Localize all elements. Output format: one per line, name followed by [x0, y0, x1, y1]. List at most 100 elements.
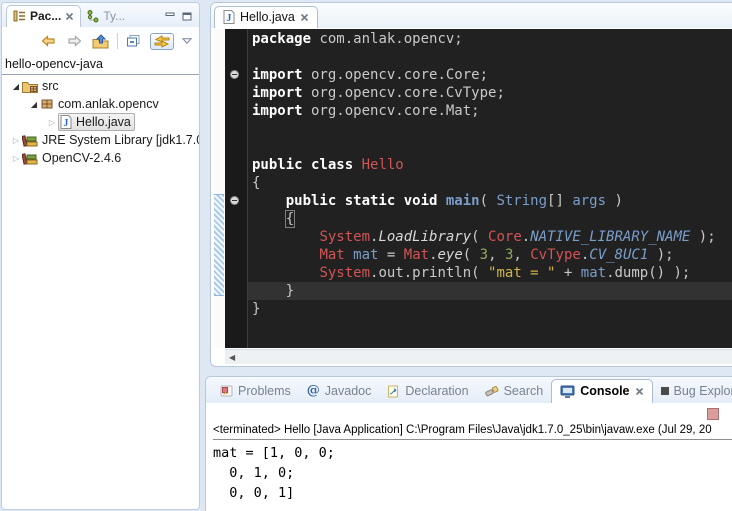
editor-horizontal-scrollbar[interactable]: ◀ [225, 349, 732, 364]
code-line[interactable] [248, 48, 732, 66]
tab-javadoc[interactable]: @ Javadoc [299, 380, 380, 403]
tab-label: Javadoc [325, 384, 372, 398]
fold-collapse-icon[interactable] [230, 196, 239, 205]
gutter-line[interactable] [225, 192, 247, 210]
tree-item-label: Hello.java [76, 115, 131, 129]
forward-icon[interactable] [65, 33, 84, 49]
toolbar-separator [117, 33, 118, 49]
search-icon [485, 385, 499, 398]
tab-bug-explorer[interactable]: Bug Explorer [653, 380, 732, 403]
javadoc-icon: @ [307, 385, 320, 397]
link-with-editor-icon[interactable] [150, 33, 174, 50]
tab-label: Ty... [103, 9, 125, 23]
code-line[interactable]: import org.opencv.core.Core; [248, 66, 732, 84]
tab-package-explorer[interactable]: Pac... [6, 5, 81, 27]
gutter-line[interactable] [225, 210, 247, 228]
svg-text:J: J [226, 13, 231, 24]
view-menu-icon[interactable] [181, 37, 193, 45]
collapse-arrow-icon[interactable]: ◢ [28, 100, 40, 109]
tree-item-jre-system-library-jdk1-7-0[interactable]: ▷JRE System Library [jdk1.7.0 [2, 131, 199, 149]
minimize-icon[interactable] [165, 12, 175, 21]
code-line[interactable]: package com.anlak.opencv; [248, 30, 732, 48]
code-line[interactable] [248, 138, 732, 156]
tree-item-label: OpenCV-2.4.6 [42, 151, 121, 165]
view-tabbar: Pac... Ty... [2, 3, 199, 27]
library-icon [22, 134, 38, 147]
tree-item-label: com.anlak.opencv [58, 97, 159, 111]
code-line[interactable]: System.LoadLibrary( Core.NATIVE_LIBRARY_… [248, 228, 732, 246]
back-icon[interactable] [39, 33, 58, 49]
code-editor[interactable]: package com.anlak.opencv; import org.open… [248, 29, 732, 348]
java-file-icon: J [60, 115, 72, 129]
code-line[interactable]: import org.opencv.core.CvType; [248, 84, 732, 102]
expand-arrow-icon[interactable]: ▷ [46, 118, 58, 127]
selected-tree-item: J Hello.java [58, 113, 135, 131]
package-explorer-toolbar [2, 27, 199, 55]
tab-label: Bug Explorer [674, 384, 732, 398]
up-icon[interactable] [91, 33, 110, 50]
gutter-line[interactable] [225, 84, 247, 102]
tree-item-com-anlak-opencv[interactable]: ◢ com.anlak.opencv [2, 95, 199, 113]
collapse-arrow-icon[interactable]: ◢ [10, 82, 22, 91]
tab-declaration[interactable]: Declaration [379, 380, 476, 403]
gutter-line[interactable] [225, 66, 247, 84]
code-line[interactable]: } [248, 282, 732, 300]
tab-label: Problems [238, 384, 291, 398]
fold-collapse-icon[interactable] [230, 70, 239, 79]
tab-label: Pac... [30, 9, 61, 23]
tab-type-hierarchy[interactable]: Ty... [81, 6, 131, 27]
code-line[interactable]: System.out.println( "mat = " + mat.dump(… [248, 264, 732, 282]
close-icon[interactable] [300, 13, 309, 22]
gutter-line[interactable] [225, 282, 247, 300]
tree-item-opencv-2-4-6[interactable]: ▷ OpenCV-2.4.6 [2, 149, 199, 167]
gutter-line[interactable] [225, 156, 247, 174]
code-line[interactable]: public static void main( String[] args ) [248, 192, 732, 210]
problems-icon [220, 385, 233, 397]
bottom-view-stack: Problems @ Javadoc Declaration Search Console… [205, 376, 732, 511]
annotation-ruler[interactable] [214, 29, 225, 348]
project-root-label[interactable]: hello-opencv-java [2, 55, 199, 75]
gutter-line[interactable] [225, 48, 247, 66]
maximize-icon[interactable] [182, 12, 192, 21]
collapse-all-icon[interactable] [125, 33, 143, 49]
gutter-line[interactable] [225, 120, 247, 138]
gutter-line[interactable] [225, 264, 247, 282]
close-icon[interactable] [65, 12, 74, 21]
close-icon[interactable] [635, 387, 644, 396]
tree-item-hello-java[interactable]: ▷J Hello.java [2, 113, 199, 131]
terminate-icon[interactable] [707, 408, 719, 420]
tab-problems[interactable]: Problems [212, 380, 299, 403]
package-icon [40, 98, 54, 110]
gutter-line[interactable] [225, 300, 247, 318]
gutter-line[interactable] [225, 228, 247, 246]
tab-search[interactable]: Search [477, 380, 552, 403]
scroll-left-icon[interactable]: ◀ [225, 353, 235, 362]
tab-console[interactable]: Console [551, 379, 652, 403]
code-line[interactable]: public class Hello [248, 156, 732, 174]
code-line[interactable]: } [248, 300, 732, 318]
code-line[interactable]: Mat mat = Mat.eye( 3, 3, CvType.CV_8UC1 … [248, 246, 732, 264]
editor-tab-label: Hello.java [240, 10, 295, 24]
code-line[interactable]: { [248, 210, 732, 228]
editor-tab-hello-java[interactable]: J Hello.java [214, 6, 318, 28]
gutter-line[interactable] [225, 102, 247, 120]
bug-icon [661, 387, 669, 395]
gutter-line[interactable] [225, 30, 247, 48]
tab-label: Console [580, 384, 629, 398]
code-line[interactable]: { [248, 174, 732, 192]
gutter-line[interactable] [225, 174, 247, 192]
tab-label: Declaration [405, 384, 468, 398]
code-line[interactable]: import org.opencv.core.Mat; [248, 102, 732, 120]
gutter-line[interactable] [225, 138, 247, 156]
gutter-line[interactable] [225, 246, 247, 264]
folding-gutter[interactable] [225, 29, 248, 348]
tree-item-src[interactable]: ◢ src [2, 77, 199, 95]
tree-item-label: src [42, 79, 59, 93]
editor-body: package com.anlak.opencv; import org.open… [214, 29, 732, 348]
console-icon [560, 385, 575, 398]
editor-tabbar: J Hello.java [211, 3, 732, 28]
expand-arrow-icon[interactable]: ▷ [10, 136, 22, 145]
console-status-line: <terminated> Hello [Java Application] C:… [213, 424, 732, 440]
expand-arrow-icon[interactable]: ▷ [10, 154, 22, 163]
code-line[interactable] [248, 120, 732, 138]
